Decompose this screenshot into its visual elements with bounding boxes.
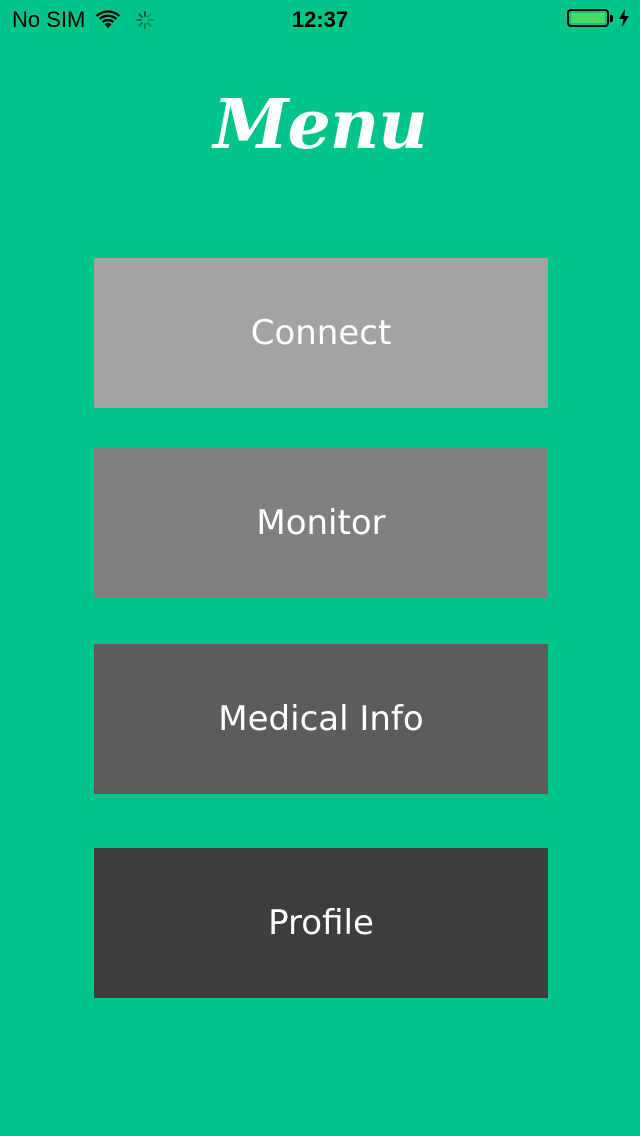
battery-cap <box>610 14 613 22</box>
profile-button[interactable]: Profile <box>94 848 548 998</box>
battery-fill <box>571 13 605 23</box>
monitor-button[interactable]: Monitor <box>94 448 548 598</box>
connect-button[interactable]: Connect <box>94 258 548 408</box>
battery-icon <box>567 9 630 27</box>
status-bar: No SIM 12:37 <box>0 0 640 40</box>
page-title: Menu <box>213 85 427 165</box>
status-time: 12:37 <box>291 7 349 32</box>
charging-bolt-icon <box>618 9 630 27</box>
battery-body <box>567 9 609 27</box>
medical-info-button[interactable]: Medical Info <box>94 644 548 794</box>
